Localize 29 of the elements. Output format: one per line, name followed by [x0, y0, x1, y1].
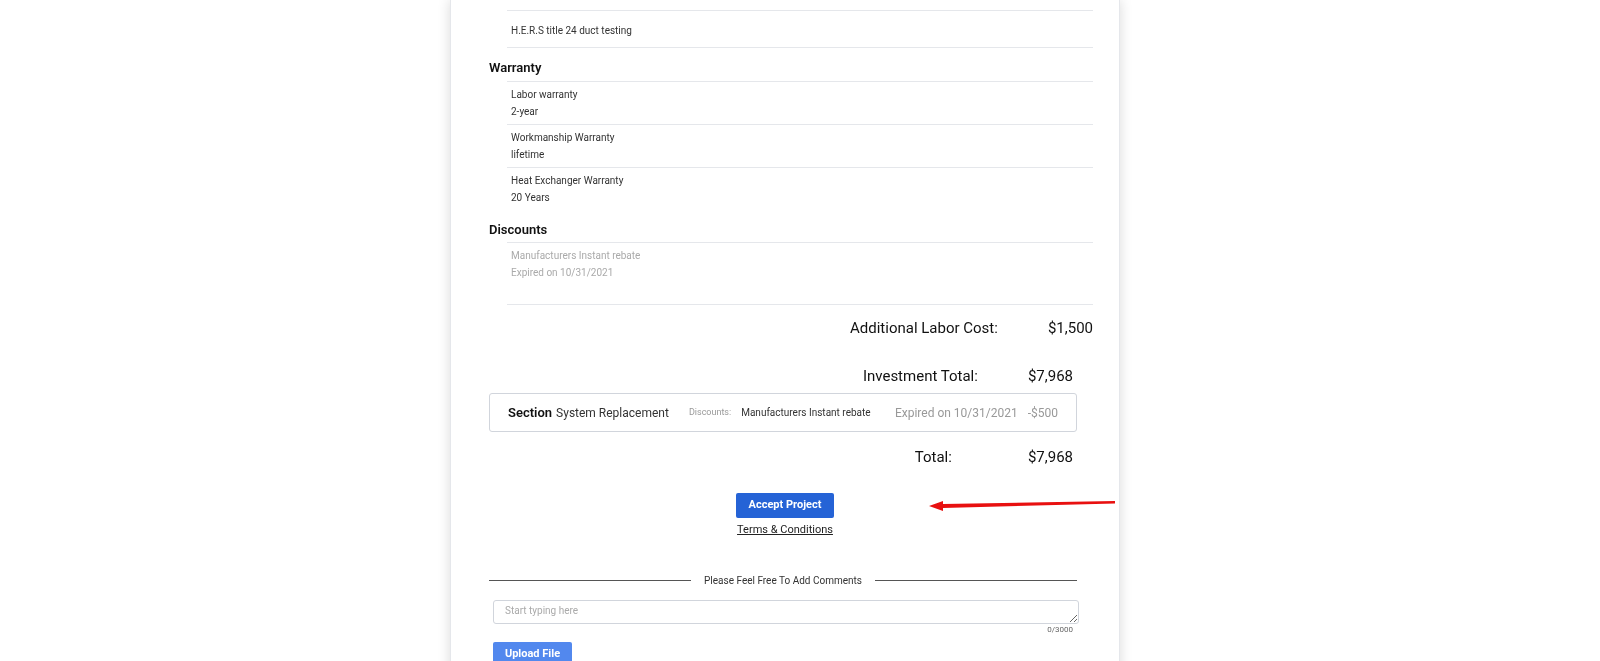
investment-total-value: $7,968: [1027, 365, 1073, 387]
item-label: Labor warranty: [511, 87, 579, 102]
upload-file-button[interactable]: Upload File: [493, 642, 572, 661]
item-label: Manufacturers Instant rebate: [511, 249, 642, 263]
total-value: $7,968: [1027, 447, 1073, 468]
item-value: 2-year: [511, 104, 540, 119]
item-label: Workmanship Warranty: [511, 130, 616, 145]
item-label: H.E.R.S title 24 duct testing: [511, 25, 632, 36]
item-label: Heat Exchanger Warranty: [511, 173, 625, 188]
section-name: System Replacement: [556, 404, 669, 422]
item-value: lifetime: [511, 147, 546, 162]
accept-project-button[interactable]: Accept Project: [736, 492, 834, 518]
terms-link[interactable]: Terms & Conditions: [737, 521, 833, 538]
section-heading: Discounts: [489, 220, 549, 239]
discount-amount: -$500: [1027, 404, 1058, 422]
investment-total-label: Investment Total:: [862, 365, 978, 387]
discount-name: Manufacturers Instant rebate: [741, 406, 871, 420]
comments-heading: Please Feel Free To Add Comments: [703, 574, 863, 588]
section-heading: Warranty: [489, 59, 543, 77]
discounts-label: Discounts:: [688, 405, 732, 419]
comment-field[interactable]: Start typing here: [493, 600, 1079, 624]
discount-expiry: Expired on 10/31/2021: [894, 404, 1018, 422]
item-value: Expired on 10/31/2021: [511, 266, 615, 280]
character-counter: 0/3000: [1047, 624, 1073, 636]
section-heading: Section: [508, 403, 553, 422]
additional-labor-label: Additional Labor Cost:: [850, 318, 998, 339]
total-label: Total:: [914, 447, 952, 468]
additional-labor-value: $1,500: [1047, 318, 1093, 339]
item-value: 20 Years: [511, 190, 551, 205]
